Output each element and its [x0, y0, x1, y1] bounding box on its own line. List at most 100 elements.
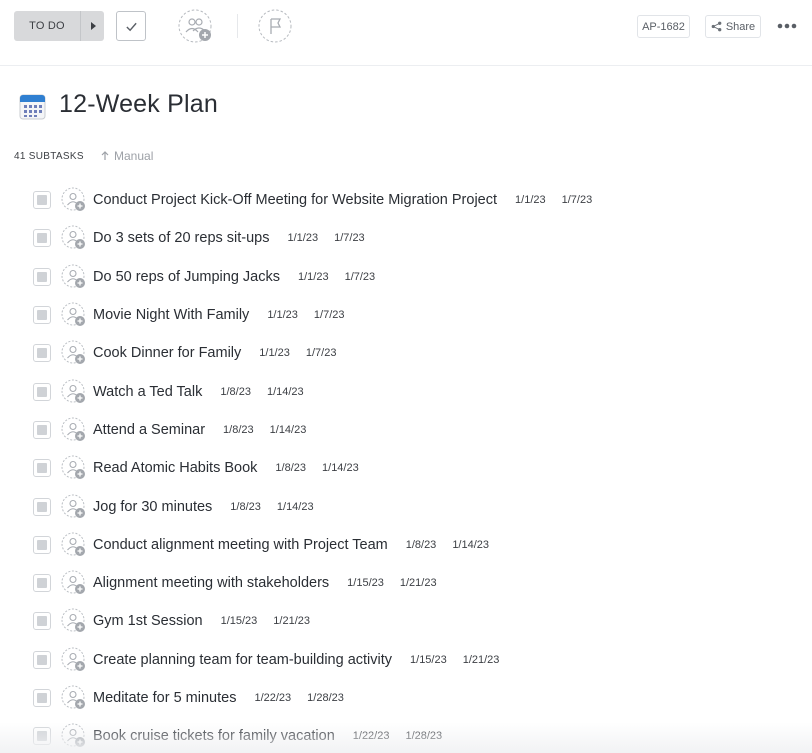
task-checkbox[interactable] [33, 344, 51, 363]
task-assignee-button[interactable] [61, 685, 87, 711]
task-checkbox[interactable] [33, 650, 51, 669]
task-start-date[interactable]: 1/15/23 [221, 615, 258, 627]
task-name[interactable]: Cook Dinner for Family [93, 345, 241, 361]
task-name[interactable]: Read Atomic Habits Book [93, 460, 257, 476]
task-row[interactable]: Do 3 sets of 20 reps sit-ups 1/1/23 1/7/23 [0, 219, 812, 257]
task-assignee-button[interactable] [61, 225, 87, 251]
task-start-date[interactable]: 1/1/23 [515, 194, 546, 206]
task-assignee-button[interactable] [61, 570, 87, 596]
task-due-date[interactable]: 1/7/23 [345, 271, 376, 283]
task-row[interactable]: Gym 1st Session 1/15/23 1/21/23 [0, 602, 812, 640]
task-row[interactable]: Meditate for 5 minutes 1/22/23 1/28/23 [0, 679, 812, 717]
task-dates[interactable]: 1/8/23 1/14/23 [230, 501, 313, 513]
task-dates[interactable]: 1/22/23 1/28/23 [254, 692, 343, 704]
task-name[interactable]: Watch a Ted Talk [93, 384, 202, 400]
task-name[interactable]: Create planning team for team-building a… [93, 652, 392, 668]
task-due-date[interactable]: 1/14/23 [277, 501, 314, 513]
task-due-date[interactable]: 1/7/23 [562, 194, 593, 206]
task-dates[interactable]: 1/8/23 1/14/23 [406, 539, 489, 551]
task-start-date[interactable]: 1/1/23 [267, 309, 298, 321]
task-checkbox[interactable] [33, 267, 51, 286]
task-checkbox[interactable] [33, 689, 51, 707]
task-due-date[interactable]: 1/7/23 [334, 232, 365, 244]
task-dates[interactable]: 1/15/23 1/21/23 [347, 577, 436, 589]
task-row[interactable]: Jog for 30 minutes 1/8/23 1/14/23 [0, 487, 812, 525]
task-dates[interactable]: 1/15/23 1/21/23 [221, 615, 310, 627]
task-row[interactable]: Attend a Seminar 1/8/23 1/14/23 [0, 411, 812, 449]
task-due-date[interactable]: 1/14/23 [322, 462, 359, 474]
task-checkbox[interactable] [33, 382, 51, 401]
task-checkbox[interactable] [33, 574, 51, 593]
task-checkbox[interactable] [33, 612, 51, 631]
task-assignee-button[interactable] [61, 187, 87, 213]
add-assignee-button[interactable] [178, 9, 214, 43]
task-name[interactable]: Meditate for 5 minutes [93, 690, 236, 706]
task-name[interactable]: Movie Night With Family [93, 307, 249, 323]
task-assignee-button[interactable] [61, 417, 87, 443]
more-options-button[interactable] [776, 17, 798, 35]
task-dates[interactable]: 1/8/23 1/14/23 [275, 462, 358, 474]
task-dates[interactable]: 1/1/23 1/7/23 [259, 347, 336, 359]
task-start-date[interactable]: 1/8/23 [220, 386, 251, 398]
priority-button[interactable] [257, 9, 293, 43]
task-due-date[interactable]: 1/21/23 [400, 577, 437, 589]
task-dates[interactable]: 1/8/23 1/14/23 [220, 386, 303, 398]
task-row[interactable]: Conduct alignment meeting with Project T… [0, 526, 812, 564]
sort-toggle[interactable]: Manual [101, 149, 153, 163]
task-checkbox[interactable] [33, 191, 51, 210]
task-row[interactable]: Watch a Ted Talk 1/8/23 1/14/23 [0, 372, 812, 410]
task-start-date[interactable]: 1/1/23 [298, 271, 329, 283]
task-assignee-button[interactable] [61, 608, 87, 634]
task-assignee-button[interactable] [61, 340, 87, 366]
task-row[interactable]: Cook Dinner for Family 1/1/23 1/7/23 [0, 334, 812, 372]
task-row[interactable]: Create planning team for team-building a… [0, 641, 812, 679]
task-row[interactable]: Alignment meeting with stakeholders 1/15/… [0, 564, 812, 602]
task-row[interactable]: Movie Night With Family 1/1/23 1/7/23 [0, 296, 812, 334]
task-row[interactable]: Read Atomic Habits Book 1/8/23 1/14/23 [0, 449, 812, 487]
task-dates[interactable]: 1/1/23 1/7/23 [288, 232, 365, 244]
task-checkbox[interactable] [33, 229, 51, 248]
task-assignee-button[interactable] [61, 264, 87, 290]
task-checkbox[interactable] [33, 420, 51, 439]
page-title[interactable]: 12-Week Plan [59, 90, 218, 119]
task-dates[interactable]: 1/1/23 1/7/23 [515, 194, 592, 206]
task-checkbox[interactable] [33, 535, 51, 554]
task-checkbox[interactable] [33, 459, 51, 478]
task-row[interactable]: Conduct Project Kick-Off Meeting for Web… [0, 181, 812, 219]
task-assignee-button[interactable] [61, 532, 87, 558]
task-dates[interactable]: 1/15/23 1/21/23 [410, 654, 499, 666]
next-status-button[interactable] [80, 11, 104, 41]
task-checkbox[interactable] [33, 306, 51, 325]
task-start-date[interactable]: 1/1/23 [259, 347, 290, 359]
task-dates[interactable]: 1/1/23 1/7/23 [298, 271, 375, 283]
task-start-date[interactable]: 1/8/23 [406, 539, 437, 551]
task-start-date[interactable]: 1/15/23 [347, 577, 384, 589]
task-id-badge[interactable]: AP-1682 [637, 15, 690, 38]
task-name[interactable]: Attend a Seminar [93, 422, 205, 438]
task-due-date[interactable]: 1/21/23 [273, 615, 310, 627]
task-name[interactable]: Gym 1st Session [93, 613, 203, 629]
task-start-date[interactable]: 1/1/23 [288, 232, 319, 244]
task-due-date[interactable]: 1/14/23 [270, 424, 307, 436]
mark-complete-button[interactable] [116, 11, 146, 41]
status-button[interactable]: TO DO [14, 11, 80, 41]
task-name[interactable]: Do 50 reps of Jumping Jacks [93, 269, 280, 285]
task-due-date[interactable]: 1/14/23 [452, 539, 489, 551]
task-due-date[interactable]: 1/7/23 [314, 309, 345, 321]
task-assignee-button[interactable] [61, 494, 87, 520]
task-start-date[interactable]: 1/8/23 [275, 462, 306, 474]
task-start-date[interactable]: 1/8/23 [230, 501, 261, 513]
task-due-date[interactable]: 1/7/23 [306, 347, 337, 359]
task-start-date[interactable]: 1/15/23 [410, 654, 447, 666]
task-due-date[interactable]: 1/28/23 [307, 692, 344, 704]
task-assignee-button[interactable] [61, 455, 87, 481]
task-checkbox[interactable] [33, 497, 51, 516]
task-name[interactable]: Jog for 30 minutes [93, 499, 212, 515]
task-start-date[interactable]: 1/22/23 [254, 692, 291, 704]
task-assignee-button[interactable] [61, 379, 87, 405]
task-dates[interactable]: 1/8/23 1/14/23 [223, 424, 306, 436]
title-emoji[interactable] [19, 93, 46, 120]
task-due-date[interactable]: 1/14/23 [267, 386, 304, 398]
task-start-date[interactable]: 1/8/23 [223, 424, 254, 436]
task-row[interactable]: Do 50 reps of Jumping Jacks 1/1/23 1/7/23 [0, 258, 812, 296]
